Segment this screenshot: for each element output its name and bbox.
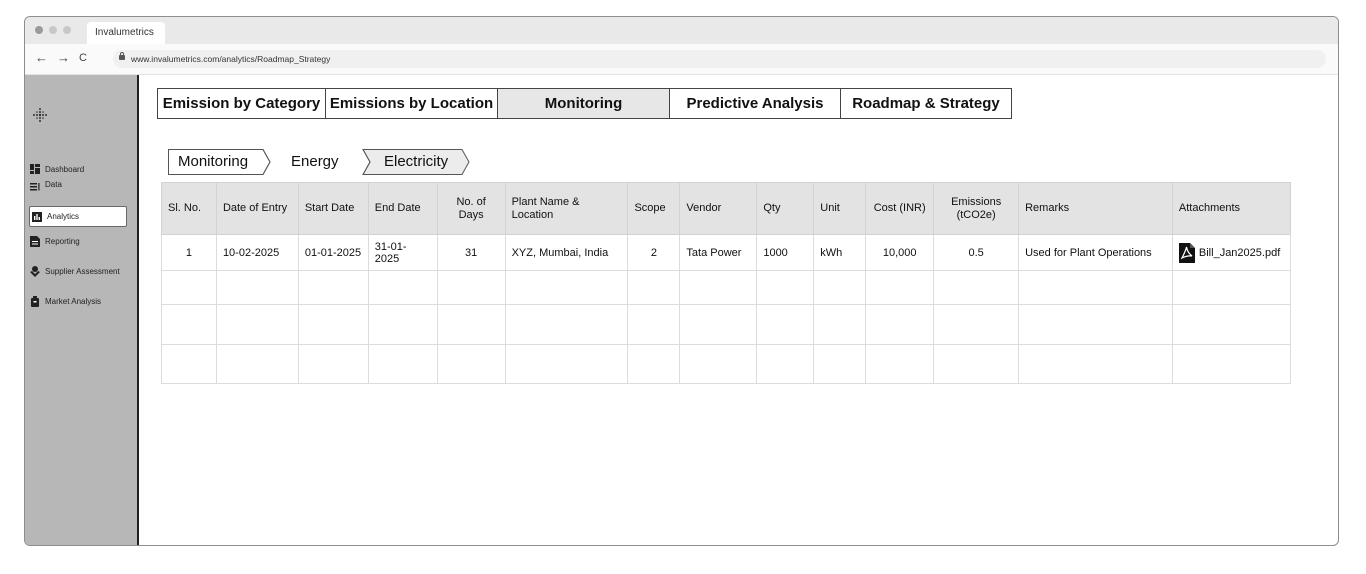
sidebar-item-reporting[interactable]: Reporting	[30, 231, 126, 251]
sidebar-item-label: Analytics	[47, 212, 80, 221]
url-input[interactable]: www.invalumetrics.com/analytics/Roadmap_…	[113, 50, 1326, 68]
sidebar-item-label: Market Analysis	[45, 296, 102, 306]
column-header: Vendor	[679, 182, 758, 235]
table-header-row: Sl. No. Date of Entry Start Date End Dat…	[161, 182, 1292, 235]
column-header: Emissions (tCO2e)	[933, 182, 1020, 235]
tab-emission-by-category[interactable]: Emission by Category	[158, 89, 326, 118]
column-header: Start Date	[297, 182, 369, 235]
window-controls	[35, 26, 71, 34]
column-header: No. of Days	[436, 182, 506, 235]
table-cell: Used for Plant Operations	[1018, 234, 1173, 271]
tab-predictive-analysis[interactable]: Predictive Analysis	[670, 89, 841, 118]
electricity-monitoring-table: Sl. No. Date of Entry Start Date End Dat…	[161, 182, 1292, 384]
data-icon	[30, 183, 40, 193]
address-bar: ← → C www.invalumetrics.com/analytics/Ro…	[25, 44, 1338, 75]
sidebar-item-supplier-assessment[interactable]: Supplier Assessment	[30, 261, 138, 281]
table-row[interactable]: 1 10-02-2025 01-01-2025 31-01-2025 31 XY…	[161, 234, 1292, 271]
analytics-icon	[32, 211, 42, 222]
table-cell: 2	[627, 234, 681, 271]
main-content: Emission by Category Emissions by Locati…	[139, 75, 1338, 545]
attachment-filename: Bill_Jan2025.pdf	[1198, 246, 1281, 259]
column-header: Scope	[627, 182, 681, 235]
table-cell: Tata Power	[679, 234, 758, 271]
table-row-empty	[161, 270, 1292, 305]
sidebar-item-analytics[interactable]: Analytics	[29, 206, 127, 227]
column-header: Attachments	[1171, 182, 1292, 235]
market-icon	[30, 296, 40, 307]
column-header: Qty	[756, 182, 815, 235]
supplier-icon	[30, 266, 40, 277]
browser-tab-bar: Invalumetrics	[25, 17, 1338, 44]
reload-icon[interactable]: C	[79, 50, 87, 66]
browser-window: Invalumetrics ← → C www.invalumetrics.co…	[24, 16, 1339, 546]
back-icon[interactable]: ←	[35, 50, 48, 66]
breadcrumb-item-electricity[interactable]: Electricity	[384, 149, 448, 175]
sidebar-item-data[interactable]: Data	[30, 179, 126, 199]
column-header: Unit	[813, 182, 867, 235]
maximize-window-button[interactable]	[63, 26, 71, 34]
sidebar-item-dashboard[interactable]: Dashboard	[30, 159, 126, 179]
table-row-empty	[161, 304, 1292, 345]
sidebar-item-label: Reporting	[45, 236, 80, 246]
breadcrumb-item-monitoring[interactable]: Monitoring	[178, 149, 248, 175]
column-header: Sl. No.	[161, 182, 217, 235]
table-cell: XYZ, Mumbai, India	[504, 234, 629, 271]
tab-roadmap-strategy[interactable]: Roadmap & Strategy	[841, 89, 1011, 118]
table-cell: kWh	[813, 234, 867, 271]
column-header: Remarks	[1018, 182, 1173, 235]
table-cell: 31	[436, 234, 506, 271]
attachment-cell[interactable]: Bill_Jan2025.pdf	[1171, 234, 1292, 271]
table-row-empty	[161, 344, 1292, 384]
forward-icon[interactable]: →	[57, 50, 70, 66]
url-text: www.invalumetrics.com/analytics/Roadmap_…	[131, 54, 331, 64]
table-cell: 01-01-2025	[297, 234, 369, 271]
pdf-file-icon	[1178, 242, 1195, 263]
table-cell: 10-02-2025	[215, 234, 299, 271]
column-header: Date of Entry	[215, 182, 299, 235]
breadcrumb-item-energy[interactable]: Energy	[291, 149, 339, 175]
browser-tab[interactable]: Invalumetrics	[87, 22, 165, 44]
sidebar-item-market-analysis[interactable]: Market Analysis	[30, 291, 126, 311]
close-window-button[interactable]	[35, 26, 43, 34]
table-cell: 0.5	[933, 234, 1020, 271]
sidebar-item-label: Data	[45, 180, 62, 189]
sidebar: Dashboard Data Analytics Reporting Suppl…	[25, 75, 139, 545]
table-cell: 31-01-2025	[367, 234, 438, 271]
column-header: Plant Name & Location	[504, 182, 629, 235]
table-cell: 10,000	[865, 234, 935, 271]
sidebar-item-label: Dashboard	[45, 164, 85, 174]
analytics-tabs: Emission by Category Emissions by Locati…	[157, 88, 1012, 119]
attachment-link[interactable]: Bill_Jan2025.pdf	[1178, 242, 1284, 263]
lock-icon	[119, 52, 125, 60]
table-cell: 1	[161, 234, 217, 271]
dashboard-icon	[30, 164, 40, 174]
minimize-window-button[interactable]	[49, 26, 57, 34]
app-logo-icon	[33, 108, 47, 122]
table-cell: 1000	[756, 234, 815, 271]
column-header: End Date	[367, 182, 438, 235]
reporting-icon	[30, 236, 40, 247]
column-header: Cost (INR)	[865, 182, 935, 235]
tab-emissions-by-location[interactable]: Emissions by Location	[326, 89, 498, 118]
tab-monitoring[interactable]: Monitoring	[498, 89, 670, 118]
sidebar-item-label: Supplier Assessment	[45, 266, 120, 276]
